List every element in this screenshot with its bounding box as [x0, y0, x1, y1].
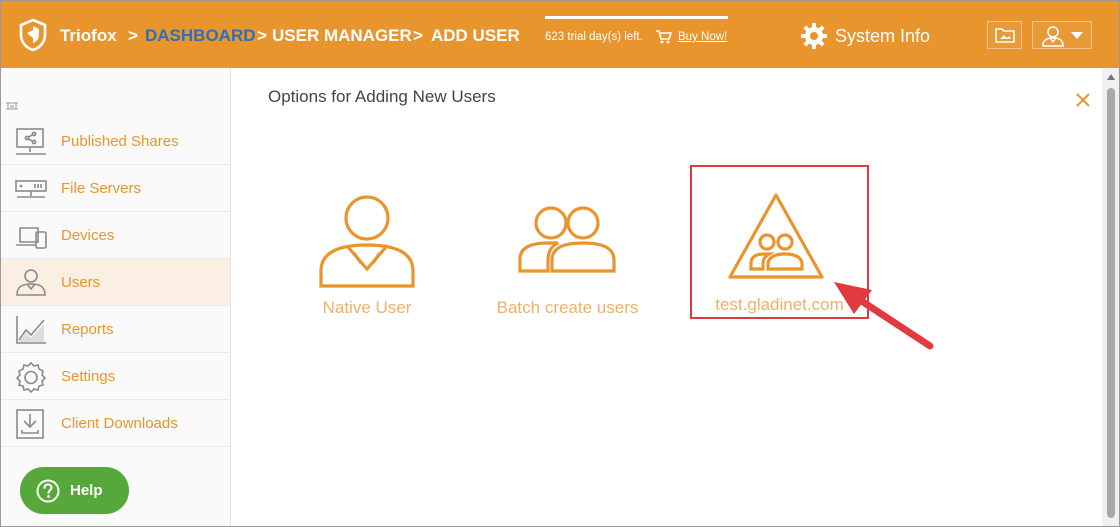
sidebar-item-reports[interactable]: Reports — [0, 306, 230, 353]
system-info-link[interactable]: System Info — [835, 26, 930, 47]
trial-days-text: 623 trial day(s) left. — [545, 31, 643, 43]
sidebar-item-users[interactable]: Users — [0, 259, 230, 306]
breadcrumb-dashboard[interactable]: DASHBOARD — [145, 26, 256, 46]
scrollbar-thumb[interactable] — [1107, 88, 1115, 518]
chart-icon — [16, 316, 46, 344]
breadcrumb-add-user: ADD USER — [431, 26, 520, 45]
option-batch-create-users[interactable]: Batch create users — [490, 190, 645, 330]
breadcrumb-separator: > — [128, 26, 138, 45]
sidebar-item-devices[interactable]: Devices — [0, 212, 230, 259]
user-menu-button[interactable] — [1032, 21, 1092, 49]
help-button[interactable]: Help — [20, 467, 129, 514]
folder-icon — [995, 28, 1015, 43]
gear-icon[interactable] — [800, 22, 828, 50]
sidebar-item-label: Settings — [61, 368, 116, 385]
shield-logo-icon[interactable] — [18, 18, 48, 52]
sidebar-item-client-downloads[interactable]: Client Downloads — [0, 400, 230, 447]
sidebar-item-label: Devices — [61, 227, 115, 244]
sidebar-item-file-servers[interactable]: File Servers — [0, 165, 230, 212]
sidebar-item-label: Reports — [61, 321, 114, 338]
option-native-user[interactable]: Native User — [300, 190, 434, 330]
folder-button[interactable] — [987, 21, 1022, 49]
native-user-icon — [319, 195, 415, 288]
panel-title: Options for Adding New Users — [268, 87, 496, 106]
brand-name[interactable]: Triofox — [60, 26, 117, 46]
download-icon — [16, 409, 44, 439]
sidebar-item-label: Users — [61, 274, 101, 291]
sidebar-item-published-shares[interactable]: Published Shares — [0, 118, 230, 165]
option-label: Batch create users — [496, 298, 639, 317]
batch-users-icon — [518, 206, 616, 273]
server-icon — [15, 180, 47, 198]
close-icon[interactable] — [1075, 92, 1091, 108]
sidebar-item-settings[interactable]: Settings — [0, 353, 230, 400]
help-label: Help — [70, 482, 103, 499]
shared-folder-icon — [16, 128, 46, 155]
breadcrumb-separator: > — [257, 26, 267, 45]
user-icon — [16, 269, 46, 296]
breadcrumb-user-manager[interactable]: USER MANAGER — [272, 26, 412, 46]
chevron-up-icon[interactable] — [1107, 74, 1115, 80]
scrollbar[interactable] — [1102, 68, 1120, 527]
option-label: Native User — [322, 298, 412, 317]
pin-icon[interactable] — [6, 102, 18, 110]
pointer-arrow-icon — [834, 282, 934, 350]
question-icon — [36, 479, 60, 503]
user-icon — [1042, 26, 1064, 47]
buy-now-link[interactable]: Buy Now! — [678, 31, 727, 43]
sidebar-item-label: File Servers — [61, 180, 142, 197]
trial-progress-bar — [545, 16, 728, 19]
top-bar: Triofox > DASHBOARD > USER MANAGER > ADD… — [0, 0, 1120, 68]
sidebar-item-label: Published Shares — [61, 133, 179, 150]
sidebar-item-label: Client Downloads — [61, 415, 178, 432]
sidebar: Published Shares File Servers Devices Us… — [0, 68, 231, 527]
caret-down-icon — [1071, 32, 1083, 39]
cart-icon — [656, 30, 672, 44]
breadcrumb-separator: > — [413, 26, 423, 45]
devices-icon — [16, 227, 47, 249]
gear-icon — [15, 361, 47, 393]
